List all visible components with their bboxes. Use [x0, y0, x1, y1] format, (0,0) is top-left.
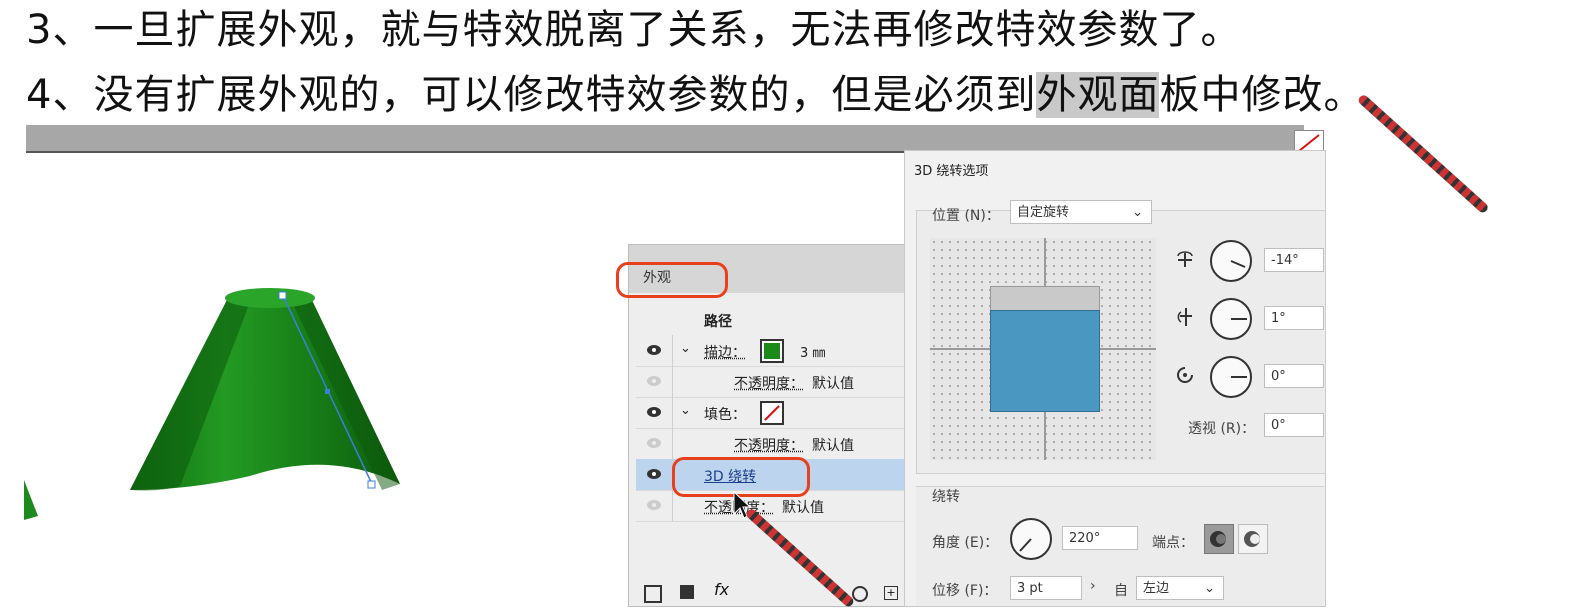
- chevron-down-icon[interactable]: ⌄: [680, 403, 691, 418]
- add-new-fill-icon[interactable]: [680, 585, 694, 599]
- x-axis-rotate-icon: [1174, 250, 1196, 270]
- perspective-label: 透视 (R)：: [1188, 418, 1255, 438]
- x-rotation-dial[interactable]: [1210, 240, 1252, 282]
- cube-top-face[interactable]: [990, 286, 1100, 312]
- tab-highlight-ring: [616, 262, 728, 298]
- add-new-stroke-icon[interactable]: [644, 585, 662, 603]
- cone-artwork[interactable]: [100, 280, 420, 520]
- chevron-down-icon: ⌄: [1132, 201, 1143, 225]
- angle-label: 角度 (E)：: [932, 532, 998, 552]
- partial-shape-left: [24, 480, 40, 520]
- chevron-down-icon: ⌄: [1204, 577, 1215, 601]
- pointer-pen-top: [1357, 93, 1490, 214]
- visibility-eye-icon[interactable]: [646, 405, 662, 419]
- visibility-eye-icon[interactable]: [646, 467, 662, 481]
- x-rotation-field[interactable]: -14°: [1264, 248, 1324, 272]
- path-label: 路径: [704, 311, 732, 331]
- opacity-value: 默认值: [812, 373, 854, 393]
- offset-label: 位移 (F)：: [932, 580, 997, 600]
- z-rotation-field[interactable]: 0°: [1264, 364, 1324, 388]
- cap-off-button[interactable]: [1238, 524, 1268, 554]
- visibility-eye-icon[interactable]: [646, 374, 662, 388]
- cap-label: 端点：: [1152, 532, 1194, 552]
- z-axis-rotate-icon: [1174, 364, 1196, 386]
- cap-on-button[interactable]: [1204, 524, 1234, 554]
- visibility-eye-icon[interactable]: [646, 343, 662, 357]
- chevron-down-icon[interactable]: ⌄: [680, 341, 691, 356]
- app-toolbar-strip: [26, 125, 1304, 153]
- note-line-3: 3、一旦扩展外观，就与特效脱离了关系，无法再修改特效参数了。: [26, 6, 1241, 54]
- from-label: 自: [1114, 580, 1128, 600]
- opacity-label[interactable]: 不透明度：: [734, 373, 804, 393]
- position-select[interactable]: 自定旋转 ⌄: [1010, 200, 1152, 224]
- offset-arrow-icon[interactable]: ›: [1090, 578, 1096, 594]
- appearance-row-stroke[interactable]: ⌄ 描边： 3 ㎜: [636, 335, 908, 367]
- note-line-4-prefix: 4、没有扩展外观的，可以修改特效参数的，但是必须到: [26, 72, 1036, 118]
- angle-dial[interactable]: [1010, 518, 1052, 560]
- perspective-field[interactable]: 0°: [1264, 413, 1324, 437]
- cube-front-face[interactable]: [990, 310, 1100, 412]
- appearance-row-fill-opacity[interactable]: 不透明度： 默认值: [636, 428, 908, 460]
- position-label: 位置 (N)：: [932, 205, 1000, 225]
- opacity-value: 默认值: [782, 497, 824, 517]
- stroke-color-swatch[interactable]: [760, 339, 784, 363]
- y-axis-rotate-icon: [1176, 306, 1196, 328]
- z-rotation-dial[interactable]: [1210, 356, 1252, 398]
- fx-effect-button[interactable]: fx: [714, 580, 729, 599]
- note-line-4-suffix: 板中修改。: [1159, 72, 1364, 118]
- from-select-value: 左边: [1143, 581, 1169, 596]
- from-select[interactable]: 左边 ⌄: [1136, 576, 1224, 600]
- revolve-section-label: 绕转: [932, 486, 960, 506]
- y-rotation-dial[interactable]: [1210, 298, 1252, 340]
- stroke-value[interactable]: 3 ㎜: [800, 342, 825, 361]
- fill-none-swatch[interactable]: [760, 401, 784, 425]
- note-line-4-highlight: 外观面: [1036, 72, 1159, 118]
- angle-field[interactable]: 220°: [1062, 526, 1138, 550]
- offset-field[interactable]: 3 pt: [1010, 576, 1082, 600]
- clear-appearance-icon[interactable]: [852, 586, 868, 602]
- duplicate-item-icon[interactable]: +: [884, 586, 898, 600]
- appearance-row-stroke-opacity[interactable]: 不透明度： 默认值: [636, 366, 908, 398]
- opacity-value: 默认值: [812, 435, 854, 455]
- position-select-value: 自定旋转: [1017, 205, 1069, 220]
- opacity-label[interactable]: 不透明度：: [734, 435, 804, 455]
- stroke-label[interactable]: 描边：: [704, 342, 746, 362]
- visibility-eye-icon[interactable]: [646, 436, 662, 450]
- note-line-4: 4、没有扩展外观的，可以修改特效参数的，但是必须到外观面板中修改。: [26, 71, 1364, 119]
- visibility-eye-icon[interactable]: [646, 498, 662, 512]
- appearance-row-fill[interactable]: ⌄ 填色：: [636, 397, 908, 429]
- appearance-row-object-opacity[interactable]: 不透明度： 默认值: [636, 490, 908, 522]
- fill-label[interactable]: 填色：: [704, 404, 746, 424]
- dialog-title: 3D 绕转选项: [914, 160, 988, 179]
- y-rotation-field[interactable]: 1°: [1264, 306, 1324, 330]
- appearance-row-path[interactable]: 路径: [636, 304, 908, 335]
